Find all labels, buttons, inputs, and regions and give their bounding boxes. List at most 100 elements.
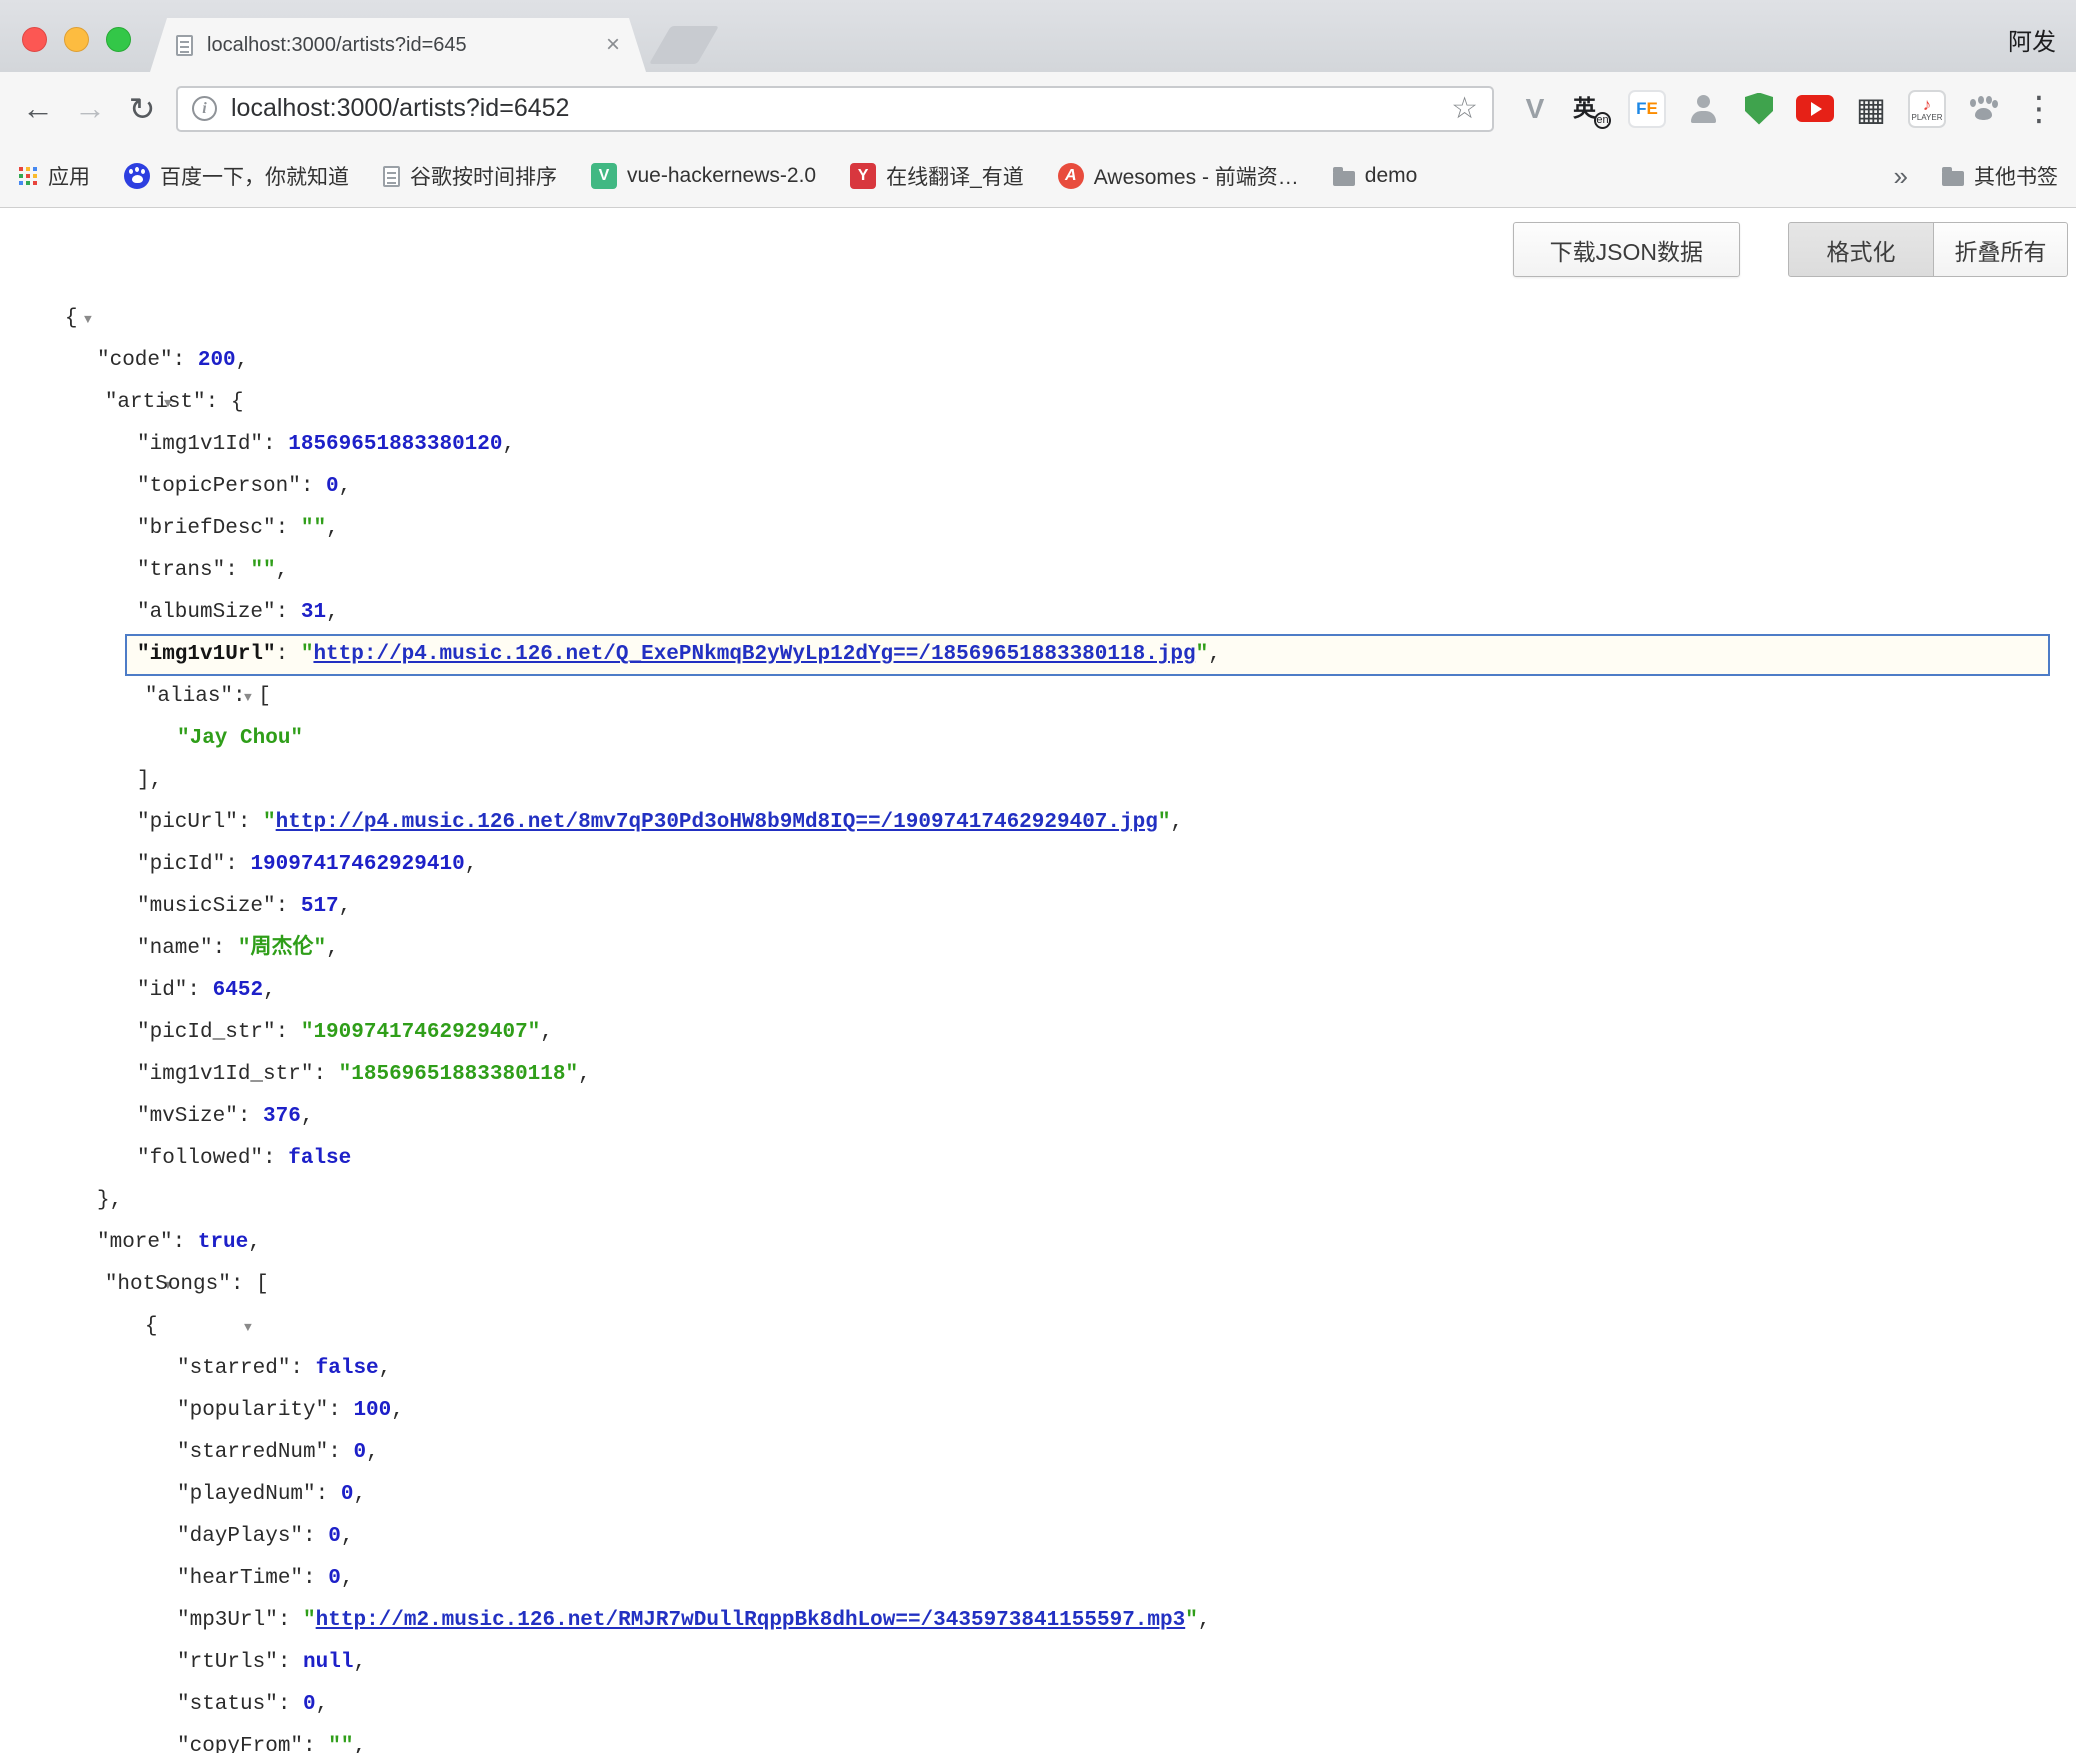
json-token: "	[1158, 811, 1171, 834]
bookmark-baidu[interactable]: 百度一下，你就知道	[124, 161, 349, 191]
fullscreen-window-button[interactable]	[106, 27, 131, 52]
json-token: 200	[198, 349, 236, 372]
browser-tab[interactable]: localhost:3000/artists?id=645 ×	[150, 18, 646, 72]
json-url-link[interactable]: http://m2.music.126.net/RMJR7wDullRqppBk…	[316, 1609, 1186, 1632]
view-mode-segmented-control: 格式化 折叠所有	[1788, 222, 2068, 277]
json-token: :	[263, 1147, 288, 1170]
json-token: :	[276, 517, 301, 540]
json-token: "more"	[97, 1231, 173, 1254]
json-line-selected: "img1v1Url": "http://p4.music.126.net/Q_…	[0, 634, 2076, 676]
qrcode-extension-icon[interactable]: ▦	[1846, 84, 1896, 134]
json-token: 19097417462929410	[250, 853, 464, 876]
reload-icon[interactable]: ↻	[116, 83, 168, 135]
json-token: {	[65, 307, 78, 330]
minimize-window-button[interactable]	[64, 27, 89, 52]
json-token: :	[328, 1441, 353, 1464]
json-line: "starredNum": 0,	[0, 1432, 2076, 1474]
profile-person-icon[interactable]	[1678, 84, 1728, 134]
json-line: ▼"artist": {	[0, 382, 2076, 424]
chrome-menu-icon[interactable]: ⋮	[2014, 84, 2064, 134]
format-button[interactable]: 格式化	[1788, 222, 1934, 277]
json-token: "popularity"	[177, 1399, 328, 1422]
baidu-icon	[124, 163, 150, 189]
other-bookmarks[interactable]: 其他书签	[1942, 161, 2058, 191]
json-token: :	[278, 1651, 303, 1674]
json-token: ,	[578, 1063, 591, 1086]
json-token: false	[316, 1357, 379, 1380]
json-line: "dayPlays": 0,	[0, 1516, 2076, 1558]
json-token: :	[328, 1399, 353, 1422]
json-token: "followed"	[137, 1147, 263, 1170]
download-json-button[interactable]: 下载JSON数据	[1513, 222, 1740, 277]
json-token: "name"	[137, 937, 213, 960]
collapse-all-button[interactable]: 折叠所有	[1934, 222, 2068, 277]
bookmark-youdao-translate[interactable]: Y 在线翻译_有道	[850, 161, 1024, 191]
bookmarks-overflow-chevron[interactable]: »	[1894, 161, 1908, 192]
youtube-extension-icon[interactable]	[1790, 84, 1840, 134]
bookmark-vue-hackernews[interactable]: V vue-hackernews-2.0	[591, 163, 816, 189]
collapse-caret-icon[interactable]: ▼	[84, 312, 92, 327]
json-token: 517	[301, 895, 339, 918]
json-line: "picUrl": "http://p4.music.126.net/8mv7q…	[0, 802, 2076, 844]
json-line: "name": "周杰伦",	[0, 928, 2076, 970]
bookmark-demo-folder[interactable]: demo	[1333, 164, 1418, 188]
json-line: "mvSize": 376,	[0, 1096, 2076, 1138]
json-token: :	[225, 559, 250, 582]
json-token: : {	[206, 391, 244, 414]
json-token: :	[303, 1567, 328, 1590]
json-line: "Jay Chou"	[0, 718, 2076, 760]
close-window-button[interactable]	[22, 27, 47, 52]
json-token: ,	[276, 559, 289, 582]
v-extension-icon[interactable]: V	[1510, 84, 1560, 134]
json-line: "musicSize": 517,	[0, 886, 2076, 928]
json-token: :	[276, 1021, 301, 1044]
json-token: 0	[353, 1441, 366, 1464]
site-info-icon[interactable]: i	[192, 96, 217, 121]
bookmark-apps[interactable]: 应用	[18, 161, 90, 191]
json-token: :	[238, 1105, 263, 1128]
adblock-shield-icon[interactable]	[1734, 84, 1784, 134]
bookmark-awesomes[interactable]: A Awesomes - 前端资…	[1058, 161, 1299, 191]
json-line: ],	[0, 760, 2076, 802]
json-token: "img1v1Id_str"	[137, 1063, 313, 1086]
json-token: ,	[263, 979, 276, 1002]
collapse-caret-icon[interactable]: ▼	[244, 1320, 252, 1335]
address-bar[interactable]: i localhost:3000/artists?id=6452 ☆	[176, 86, 1494, 132]
back-icon[interactable]: ←	[12, 83, 64, 135]
navigation-bar: ← → ↻ i localhost:3000/artists?id=6452 ☆…	[0, 72, 2076, 145]
json-token: "	[303, 1609, 316, 1632]
json-token: "mp3Url"	[177, 1609, 278, 1632]
json-token: "picId_str"	[137, 1021, 276, 1044]
json-token: :	[213, 937, 238, 960]
tab-close-icon[interactable]: ×	[606, 33, 620, 57]
url-text[interactable]: localhost:3000/artists?id=6452	[231, 94, 1451, 123]
json-token: ,	[339, 475, 352, 498]
json-url-link[interactable]: http://p4.music.126.net/Q_ExePNkmqB2yWyL…	[313, 643, 1195, 666]
json-token: ,	[465, 853, 478, 876]
bookmark-star-icon[interactable]: ☆	[1451, 91, 1478, 126]
bookmark-google-sort[interactable]: 谷歌按时间排序	[383, 161, 557, 191]
json-token: "img1v1Id"	[137, 433, 263, 456]
json-token: ,	[1170, 811, 1183, 834]
fehelper-extension-icon[interactable]: FE	[1622, 84, 1672, 134]
json-token: "Jay Chou"	[177, 727, 303, 750]
page-icon	[176, 35, 193, 56]
json-token: "playedNum"	[177, 1483, 316, 1506]
translate-extension-icon[interactable]: 英 en	[1566, 84, 1616, 134]
json-token: 18569651883380120	[288, 433, 502, 456]
new-tab-button[interactable]	[649, 26, 719, 64]
json-token: },	[97, 1189, 122, 1212]
json-token: "musicSize"	[137, 895, 276, 918]
profile-name[interactable]: 阿发	[2008, 22, 2056, 57]
json-token: "albumSize"	[137, 601, 276, 624]
json-token: true	[198, 1231, 248, 1254]
json-url-link[interactable]: http://p4.music.126.net/8mv7qP30Pd3oHW8b…	[276, 811, 1158, 834]
browser-window: localhost:3000/artists?id=645 × 阿发 ← → ↻…	[0, 0, 2076, 1754]
json-line: "playedNum": 0,	[0, 1474, 2076, 1516]
json-line: ▼{	[0, 1306, 2076, 1348]
json-token: 6452	[213, 979, 263, 1002]
json-token: ,	[353, 1483, 366, 1506]
paw-extension-icon[interactable]	[1958, 84, 2008, 134]
player-extension-icon[interactable]: ♪ PLAYER	[1902, 84, 1952, 134]
json-line: "popularity": 100,	[0, 1390, 2076, 1432]
